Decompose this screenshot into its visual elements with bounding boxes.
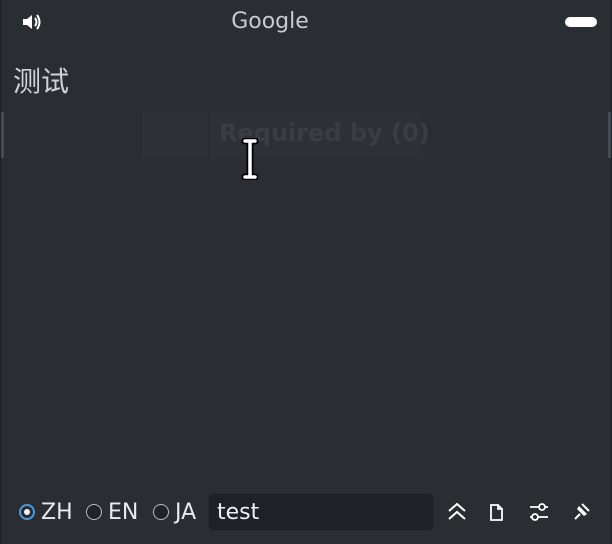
pill-menu-icon[interactable] <box>565 17 597 27</box>
text-cursor-icon <box>241 138 259 180</box>
language-label-zh: ZH <box>41 499 73 525</box>
left-scroll-indicator[interactable] <box>1 112 4 158</box>
language-option-en[interactable]: EN <box>86 498 138 526</box>
language-label-ja: JA <box>175 499 197 525</box>
language-label-en: EN <box>108 499 139 525</box>
settings-button[interactable] <box>527 500 551 524</box>
search-input[interactable]: test <box>208 493 434 531</box>
language-option-zh[interactable]: ZH <box>19 498 73 526</box>
bottom-toolbar: ZH EN JA test <box>1 490 612 534</box>
pin-icon <box>574 503 590 520</box>
collapse-up-icon <box>448 502 466 520</box>
translated-word: 测试 <box>13 65 70 98</box>
settings-sliders-icon <box>530 503 548 521</box>
faint-panel <box>143 112 208 158</box>
collapse-up-button[interactable] <box>445 500 469 524</box>
right-scroll-indicator[interactable] <box>608 112 611 158</box>
top-bar: Google <box>1 0 612 44</box>
radio-checked-icon[interactable] <box>19 504 35 520</box>
radio-unchecked-icon[interactable] <box>86 504 102 520</box>
radio-unchecked-icon[interactable] <box>153 504 169 520</box>
source-title: Google <box>231 9 309 34</box>
language-option-ja[interactable]: JA <box>153 498 196 526</box>
app-window: Google 测试 Required by (0) ZH EN JA test <box>0 0 612 544</box>
copy-button[interactable] <box>485 500 509 524</box>
copy-icon <box>490 504 503 521</box>
pin-button[interactable] <box>569 500 593 524</box>
